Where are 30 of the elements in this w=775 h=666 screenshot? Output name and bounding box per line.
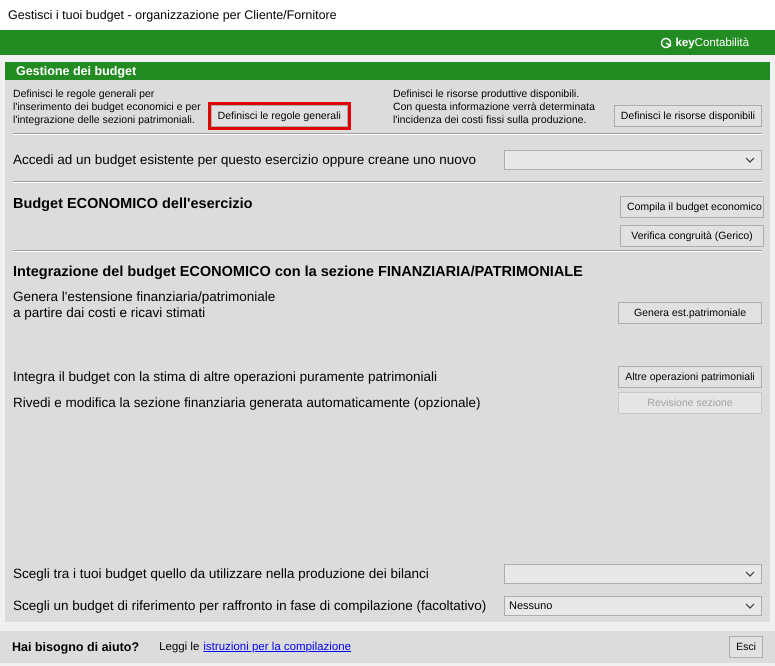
section-title: Budget ECONOMICO dell'esercizio [13,196,253,214]
description-text: Definisci le regole generali per l'inserimento dei budget economici e per l'integrazione delle sezioni patrimoniali. [13,88,201,127]
button[interactable]: Compila il budget economico [620,196,764,218]
panel-title: Gestione dei budget [5,62,770,80]
button[interactable]: Genera est.patrimoniale [618,302,762,324]
label: Scegli tra i tuoi budget quello da utilizzare nella produzione dei bilanci [13,566,429,582]
button[interactable]: Altre operazioni patrimoniali [618,366,762,388]
instructions-link[interactable]: istruzioni per la compilazione [203,641,352,653]
description-text: Definisci le risorse produttive disponibili. Con questa informazione verrà determinata l'incidenza dei costi fissi sulla produzione. [393,88,595,127]
button[interactable]: Definisci le regole generali [210,105,348,127]
window-title: Gestisci i tuoi budget - organizzazione per Cliente/Fornitore [0,0,775,30]
label: Integra il budget con la stima di altre operazioni puramente patrimoniali [13,369,437,385]
chevron-down-icon [745,571,755,577]
button[interactable]: Definisci le risorse disponibili [614,105,762,127]
brand-name: keyContabilità [675,36,749,48]
help-text: Leggi le [159,641,200,653]
button[interactable]: Verifica congruità (Gerico) [620,225,764,247]
label: Scegli un budget di riferimento per raffronto in fase di compilazione (facoltativo) [13,598,486,614]
label: Accedi ad un budget esistente per questo esercizio oppure creane uno nuovo [13,152,476,168]
dropdown[interactable] [504,564,762,584]
chevron-down-icon [745,157,755,163]
section-title: Integrazione del budget ECONOMICO con la sezione FINANZIARIA/PATRIMONIALE [13,264,583,280]
label: Rivedi e modifica la sezione finanziaria generata automaticamente (opzionale) [13,395,481,411]
label: Genera l'estensione finanziaria/patrimoniale a partire dai costi e ricavi stimati [13,289,276,321]
logo-icon [660,36,672,48]
dropdown[interactable] [504,150,762,170]
dropdown[interactable]: Nessuno [504,596,762,616]
button[interactable]: Esci [729,636,763,658]
chevron-down-icon [745,603,755,609]
help-question: Hai bisogno di aiuto? [12,640,140,654]
